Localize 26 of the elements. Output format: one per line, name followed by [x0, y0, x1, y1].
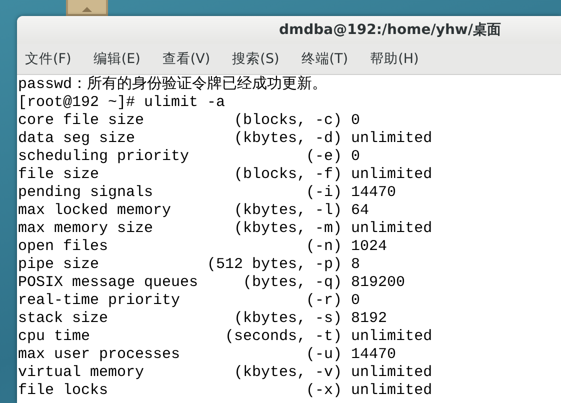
terminal-line: cpu time (seconds, -t) unlimited [18, 328, 434, 346]
terminal-line: pipe size (512 bytes, -p) 8 [18, 256, 362, 274]
terminal-line: virtual memory (kbytes, -v) unlimited [18, 364, 434, 382]
terminal-line: file size (blocks, -f) unlimited [18, 166, 434, 184]
menu-item[interactable]: 帮助(H) [364, 48, 425, 70]
terminal-line: max user processes (-u) 14470 [18, 346, 398, 364]
terminal-line: real-time priority (-r) 0 [18, 292, 362, 310]
terminal-line: scheduling priority (-e) 0 [18, 148, 362, 166]
folder-icon[interactable] [66, 0, 108, 16]
terminal-line: [root@192 ~]# ulimit -a [18, 94, 226, 112]
terminal-line: data seg size (kbytes, -d) unlimited [18, 130, 434, 148]
menu-item[interactable]: 查看(V) [156, 48, 216, 70]
terminal-line: stack size (kbytes, -s) 8192 [18, 310, 388, 328]
terminal-line: open files (-n) 1024 [18, 238, 388, 256]
terminal-line: max memory size (kbytes, -m) unlimited [18, 220, 434, 238]
terminal-line: core file size (blocks, -c) 0 [18, 112, 362, 130]
menu-item[interactable]: 搜索(S) [226, 48, 286, 70]
terminal-line: max locked memory (kbytes, -l) 64 [18, 202, 370, 220]
menu-item[interactable]: 编辑(E) [87, 48, 146, 70]
menu-item[interactable]: 文件(F) [19, 48, 78, 70]
terminal-line: pending signals (-i) 14470 [18, 184, 398, 202]
menu-item[interactable]: 终端(T) [295, 48, 354, 70]
window-title: dmdba@192:/home/yhw/桌面 [279, 21, 501, 39]
terminal-line: POSIX message queues (bytes, -q) 819200 [18, 274, 406, 292]
terminal-line: file locks (-x) unlimited [18, 382, 434, 400]
terminal-line: passwd：所有的身份验证令牌已经成功更新。 [18, 76, 328, 94]
